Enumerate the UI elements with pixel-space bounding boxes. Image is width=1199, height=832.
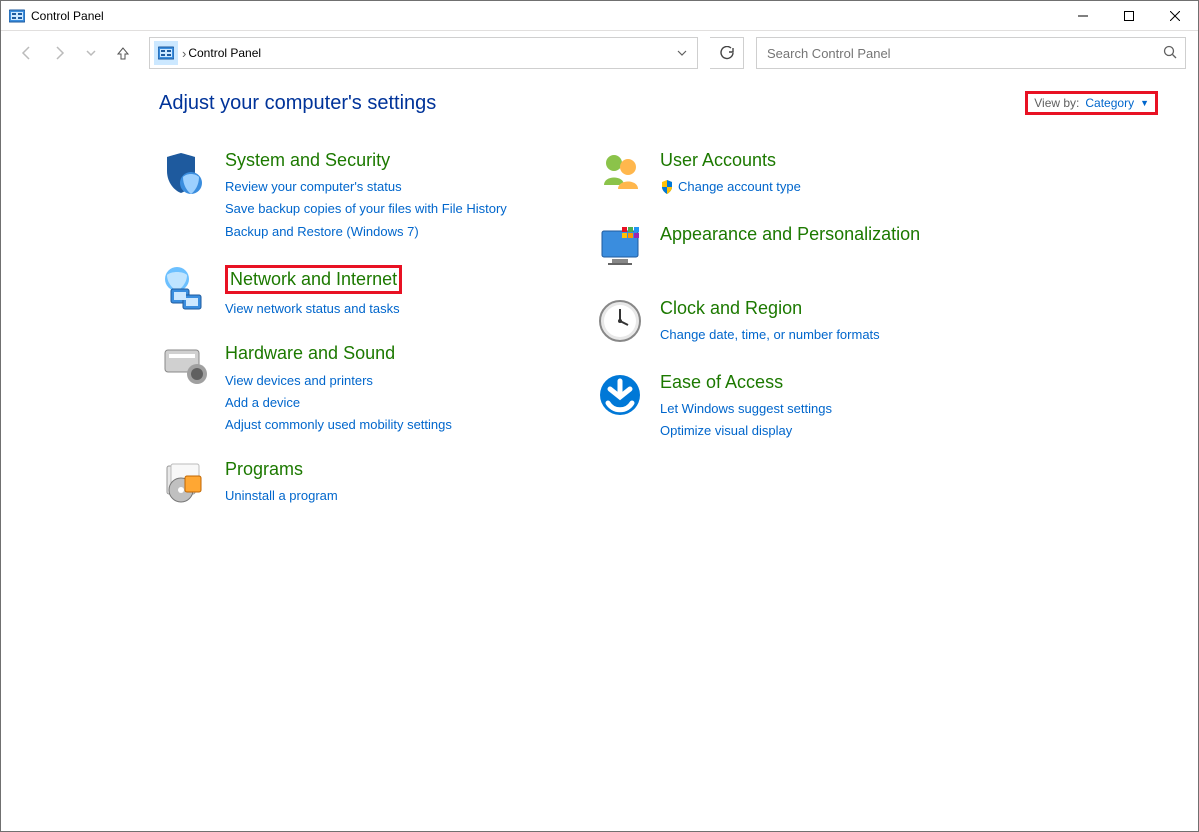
category-title[interactable]: Clock and Region xyxy=(660,297,1014,320)
up-button[interactable] xyxy=(109,39,137,67)
category-column-right: User Accounts Change account type Appearan… xyxy=(594,149,1014,532)
system-security-icon xyxy=(159,149,211,201)
sublink[interactable]: Backup and Restore (Windows 7) xyxy=(225,221,574,243)
window-title: Control Panel xyxy=(31,9,1060,23)
back-button[interactable] xyxy=(13,39,41,67)
ease-access-icon xyxy=(594,371,646,423)
sublink[interactable]: Adjust commonly used mobility settings xyxy=(225,414,574,436)
sublink[interactable]: Change account type xyxy=(660,176,1014,198)
hardware-sound-icon xyxy=(159,342,211,394)
category-title[interactable]: User Accounts xyxy=(660,149,1014,172)
category-system-and-security: System and Security Review your computer'… xyxy=(159,149,574,243)
category-column-left: System and Security Review your computer'… xyxy=(159,149,574,532)
recent-dropdown[interactable] xyxy=(77,39,105,67)
category-ease-of-access: Ease of Access Let Windows suggest settin… xyxy=(594,371,1014,443)
window: Control Panel › Control Panel Adjust you… xyxy=(0,0,1199,832)
sublink[interactable]: Change date, time, or number formats xyxy=(660,324,1014,346)
breadcrumb-path[interactable]: Control Panel xyxy=(188,46,261,60)
category-network-and-internet: Network and Internet View network status … xyxy=(159,265,574,320)
shield-icon xyxy=(660,180,674,194)
category-title[interactable]: Hardware and Sound xyxy=(225,342,574,365)
search-icon[interactable] xyxy=(1163,45,1177,62)
sublink-label: Let Windows suggest settings xyxy=(660,398,832,420)
close-button[interactable] xyxy=(1152,1,1198,31)
address-bar[interactable]: › Control Panel xyxy=(149,37,698,69)
sublink-label: Save backup copies of your files with Fi… xyxy=(225,198,507,220)
maximize-button[interactable] xyxy=(1106,1,1152,31)
control-panel-icon xyxy=(9,8,25,24)
forward-button[interactable] xyxy=(45,39,73,67)
search-input[interactable] xyxy=(765,45,1163,62)
view-by-selector[interactable]: View by: Category ▼ xyxy=(1025,91,1158,115)
sublink[interactable]: Uninstall a program xyxy=(225,485,574,507)
sublink-label: Adjust commonly used mobility settings xyxy=(225,414,452,436)
network-internet-icon xyxy=(159,265,211,317)
page-heading: Adjust your computer's settings xyxy=(159,92,436,115)
sublink-label: View network status and tasks xyxy=(225,298,400,320)
titlebar: Control Panel xyxy=(1,1,1198,31)
category-appearance-and-personalization: Appearance and Personalization xyxy=(594,223,1014,275)
view-by-label: View by: xyxy=(1034,96,1079,110)
sublink-label: Add a device xyxy=(225,392,300,414)
sublink-label: Change account type xyxy=(678,176,801,198)
sublink-label: Backup and Restore (Windows 7) xyxy=(225,221,419,243)
category-user-accounts: User Accounts Change account type xyxy=(594,149,1014,201)
minimize-button[interactable] xyxy=(1060,1,1106,31)
toolbar: › Control Panel xyxy=(1,31,1198,75)
refresh-button[interactable] xyxy=(710,37,744,69)
category-title[interactable]: System and Security xyxy=(225,149,574,172)
sublink[interactable]: Save backup copies of your files with Fi… xyxy=(225,198,574,220)
sublink[interactable]: Review your computer's status xyxy=(225,176,574,198)
category-title[interactable]: Programs xyxy=(225,458,574,481)
clock-region-icon xyxy=(594,297,646,349)
chevron-down-icon: ▼ xyxy=(1140,98,1149,108)
category-programs: Programs Uninstall a program xyxy=(159,458,574,510)
category-title[interactable]: Network and Internet xyxy=(225,265,402,294)
address-history-dropdown[interactable] xyxy=(669,38,693,68)
user-accounts-icon xyxy=(594,149,646,201)
sublink-label: Optimize visual display xyxy=(660,420,792,442)
sublink[interactable]: Add a device xyxy=(225,392,574,414)
sublink-label: Uninstall a program xyxy=(225,485,338,507)
sublink[interactable]: Let Windows suggest settings xyxy=(660,398,1014,420)
view-by-value: Category xyxy=(1085,96,1134,110)
category-clock-and-region: Clock and Region Change date, time, or nu… xyxy=(594,297,1014,349)
sublink-label: Change date, time, or number formats xyxy=(660,324,880,346)
breadcrumb-separator-icon: › xyxy=(182,46,186,61)
category-title[interactable]: Appearance and Personalization xyxy=(660,223,1014,246)
sublink[interactable]: Optimize visual display xyxy=(660,420,1014,442)
content-area: Adjust your computer's settings View by:… xyxy=(1,75,1198,532)
programs-icon xyxy=(159,458,211,510)
appearance-icon xyxy=(594,223,646,275)
sublink[interactable]: View devices and printers xyxy=(225,370,574,392)
sublink-label: View devices and printers xyxy=(225,370,373,392)
sublink-label: Review your computer's status xyxy=(225,176,402,198)
control-panel-home-icon[interactable] xyxy=(154,41,178,65)
search-box[interactable] xyxy=(756,37,1186,69)
category-hardware-and-sound: Hardware and Sound View devices and print… xyxy=(159,342,574,436)
category-title[interactable]: Ease of Access xyxy=(660,371,1014,394)
sublink[interactable]: View network status and tasks xyxy=(225,298,574,320)
